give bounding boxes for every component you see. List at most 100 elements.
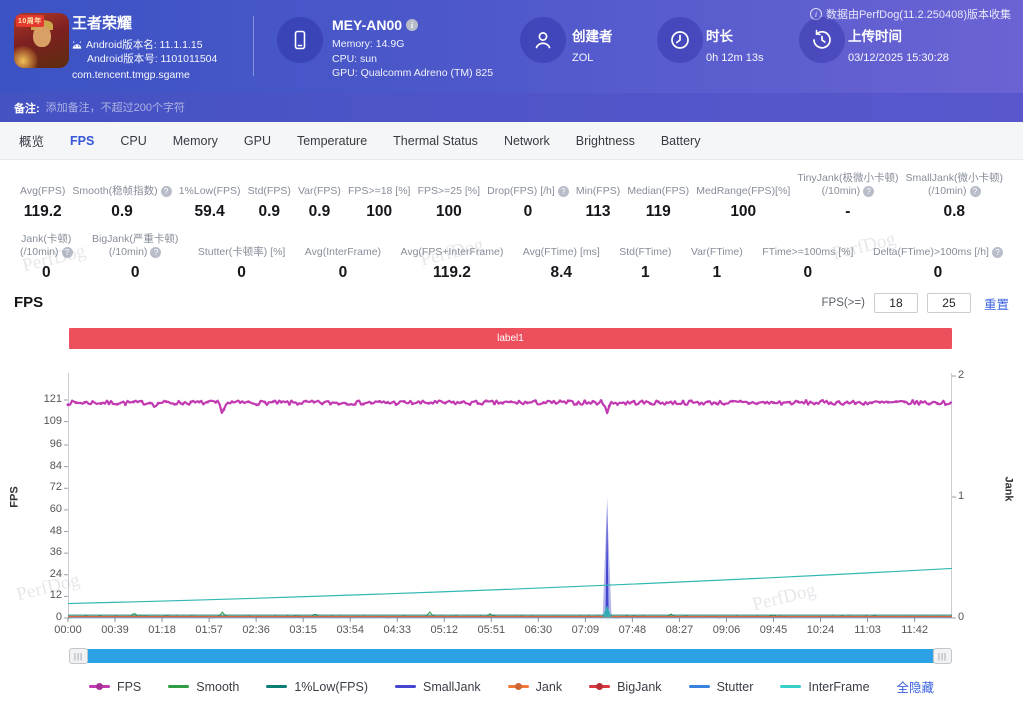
tab-network[interactable]: Network (491, 134, 563, 148)
stat-std-ftime: Std(FTime)1 (617, 231, 673, 282)
legend-item-smooth[interactable]: Smooth (168, 680, 239, 694)
stat-median-fps: Median(FPS) 119 (625, 170, 691, 221)
x-tick-09-06: 09:06 (713, 624, 741, 636)
tab-[interactable]: 概览 (6, 131, 57, 150)
duration-value: 0h 12m 13s (706, 52, 763, 64)
series-fps (67, 399, 952, 413)
legend-item-fps[interactable]: FPS (89, 680, 141, 694)
android-version-name: Android版本名: 11.1.1.15 (86, 38, 203, 52)
stat-label: FPS>=18 [%] (348, 170, 410, 198)
y-left-tick-84: 84 (22, 460, 62, 472)
stat-value: 119.2 (401, 264, 504, 282)
tab-brightness[interactable]: Brightness (563, 134, 648, 148)
stat-label: Median(FPS) (627, 170, 689, 198)
help-icon[interactable]: ? (150, 247, 161, 258)
legend-label: BigJank (617, 680, 661, 694)
y-left-tick-36: 36 (22, 546, 62, 558)
history-clock-icon (799, 17, 845, 63)
legend-item-jank[interactable]: Jank (508, 680, 562, 694)
chart-range-scrollbar: ||| ||| (69, 648, 952, 664)
header: i 数据由PerfDog(11.2.250408)版本收集 10周年 王者荣耀 … (0, 0, 1023, 93)
scrollbar-track[interactable] (86, 649, 935, 663)
chart-legend: FPS Smooth 1%Low(FPS) SmallJank Jank BigJank S… (0, 677, 1023, 696)
tab-gpu[interactable]: GPU (231, 134, 284, 148)
scrollbar-left-handle[interactable]: ||| (69, 648, 88, 664)
game-icon-glow (14, 46, 38, 68)
duration-block: 时长 0h 12m 13s (706, 25, 763, 64)
stat-label: Std(FTime) (619, 231, 671, 259)
x-tick-06-30: 06:30 (525, 624, 553, 636)
stat-label: TinyJank(极微小卡顿)(/10min)? (797, 170, 898, 198)
device-cpu: CPU: sun (332, 52, 493, 67)
legend-label: InterFrame (808, 680, 869, 694)
legend-marker (689, 685, 710, 688)
tab-fps[interactable]: FPS (57, 134, 107, 148)
help-icon[interactable]: ? (863, 186, 874, 197)
tab-memory[interactable]: Memory (160, 134, 231, 148)
android-version-code: Android版本号: 1101011504 (87, 52, 217, 66)
stat-label: Min(FPS) (576, 170, 620, 198)
reset-button[interactable]: 重置 (984, 294, 1009, 313)
tab-cpu[interactable]: CPU (107, 134, 159, 148)
legend-item-1%low-fps[interactable]: 1%Low(FPS) (266, 680, 368, 694)
help-icon[interactable]: ? (558, 186, 569, 197)
help-icon[interactable]: ? (992, 247, 1003, 258)
creator-block: 创建者 ZOL (572, 25, 613, 64)
y-axis-right-name: Jank (1002, 476, 1014, 501)
fps-section-head: FPS FPS(>=) 重置 (0, 286, 1023, 320)
legend-marker (266, 685, 287, 688)
remark-input[interactable] (46, 102, 1023, 114)
chart-label-banner[interactable]: label1 (69, 328, 952, 349)
legend-item-stutter[interactable]: Stutter (689, 680, 754, 694)
game-name: 王者荣耀 (72, 12, 217, 33)
tab-temperature[interactable]: Temperature (284, 134, 380, 148)
help-icon[interactable]: ? (161, 186, 172, 197)
fps-threshold-input-1[interactable] (874, 293, 918, 313)
x-tick-04-33: 04:33 (383, 624, 411, 636)
help-icon[interactable]: ? (970, 186, 981, 197)
stat-value: 119 (627, 203, 689, 221)
creator-label: 创建者 (572, 25, 613, 45)
legend-item-interframe[interactable]: InterFrame (780, 680, 869, 694)
stat-value: 59.4 (179, 203, 241, 221)
stat-label: FTime>=100ms [%] (762, 231, 853, 259)
x-tick-10-24: 10:24 (807, 624, 835, 636)
stat-label: Stutter(卡顿率) [%] (198, 231, 286, 259)
package-name: com.tencent.tmgp.sgame (72, 69, 217, 81)
y-left-tick-0: 0 (22, 611, 62, 623)
stat-label: Std(FPS) (248, 170, 291, 198)
device-memory: Memory: 14.9G (332, 37, 493, 52)
stat-label: Var(FTime) (691, 231, 743, 259)
legend-item-smalljank[interactable]: SmallJank (395, 680, 481, 694)
stat-value: 119.2 (20, 203, 65, 221)
legend-label: FPS (117, 680, 141, 694)
stat-label: Avg(FPS+InterFrame) (401, 231, 504, 259)
x-tick-00-39: 00:39 (101, 624, 129, 636)
device-info-icon[interactable]: i (406, 19, 418, 31)
stat-label: Drop(FPS) [/h]? (487, 170, 569, 198)
scrollbar-right-handle[interactable]: ||| (933, 648, 952, 664)
fps-threshold-label: FPS(>=) (822, 297, 865, 309)
fps-threshold-input-2[interactable] (927, 293, 971, 313)
stat-avg-ftime-ms: Avg(FTime) [ms]8.4 (521, 231, 602, 282)
tab-battery[interactable]: Battery (648, 134, 714, 148)
legend-marker (780, 685, 801, 688)
legend-hide-all-link[interactable]: 全隐藏 (897, 677, 935, 696)
y-right-tick-0: 0 (958, 611, 964, 623)
x-tick-03-15: 03:15 (289, 624, 317, 636)
game-icon-art (33, 25, 51, 47)
legend-item-bigjank[interactable]: BigJank (589, 680, 661, 694)
legend-marker (589, 685, 610, 688)
stat-value: 100 (696, 203, 790, 221)
x-tick-01-57: 01:57 (195, 624, 223, 636)
x-tick-01-18: 01:18 (148, 624, 176, 636)
stat-value: 113 (576, 203, 620, 221)
x-tick-07-48: 07:48 (619, 624, 647, 636)
tab-thermal-status[interactable]: Thermal Status (380, 134, 491, 148)
stat-ftime-100ms-%: FTime>=100ms [%]0 (760, 231, 855, 282)
stat-1%low-fps: 1%Low(FPS)59.4 (177, 170, 243, 221)
help-icon[interactable]: ? (62, 247, 73, 258)
stat-label: Avg(FTime) [ms] (523, 231, 600, 259)
y-left-tick-24: 24 (22, 568, 62, 580)
stat-stutter-%: Stutter(卡顿率) [%]0 (196, 231, 288, 282)
